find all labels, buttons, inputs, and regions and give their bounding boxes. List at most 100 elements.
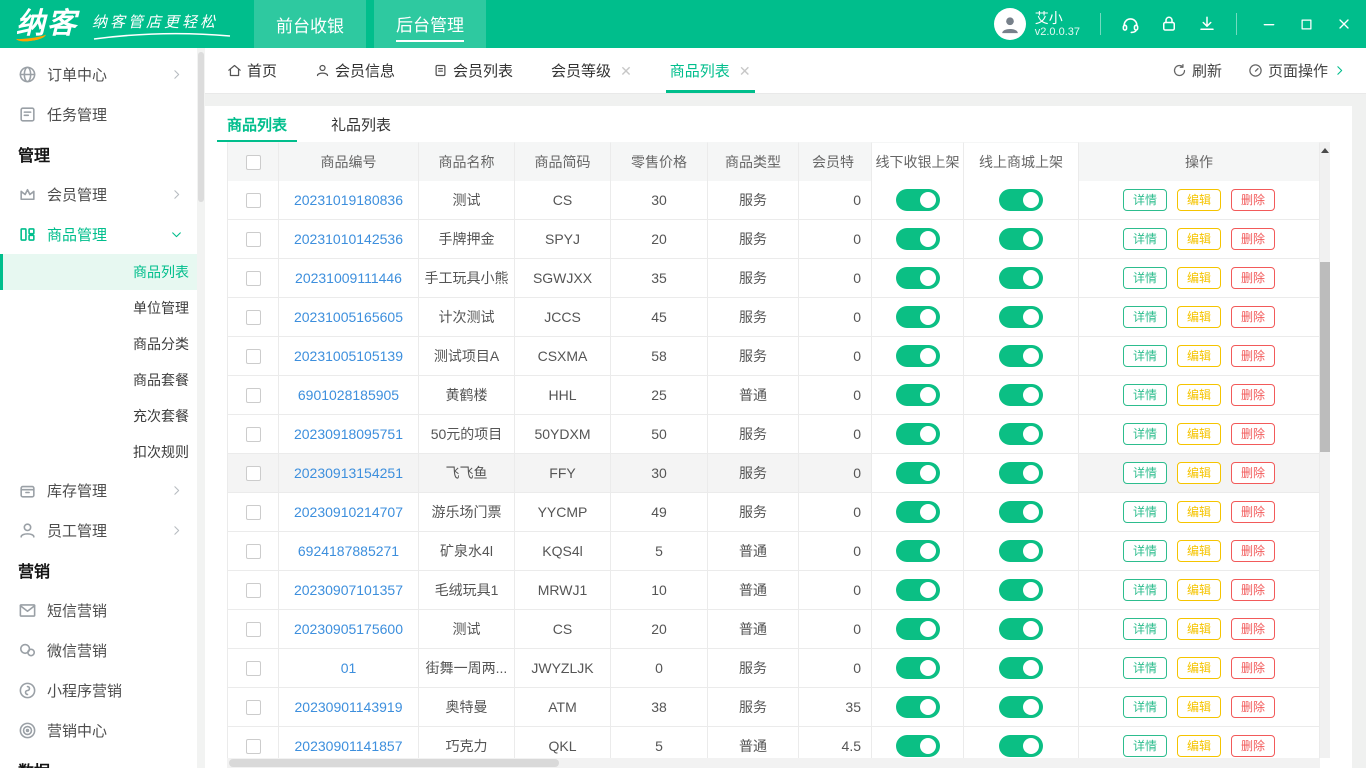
edit-button[interactable]: 编辑	[1177, 189, 1221, 211]
product-code-link[interactable]: 20230901141857	[295, 738, 403, 754]
sidebar-scrollbar[interactable]	[197, 48, 205, 768]
delete-button[interactable]: 删除	[1231, 423, 1275, 445]
edit-button[interactable]: 编辑	[1177, 501, 1221, 523]
row-checkbox[interactable]	[246, 310, 261, 325]
online-shelf-toggle[interactable]	[999, 735, 1043, 757]
row-checkbox[interactable]	[246, 505, 261, 520]
delete-button[interactable]: 删除	[1231, 306, 1275, 328]
vertical-scrollbar-thumb[interactable]	[1320, 262, 1330, 452]
delete-button[interactable]: 删除	[1231, 228, 1275, 250]
online-shelf-toggle[interactable]	[999, 423, 1043, 445]
online-shelf-toggle[interactable]	[999, 579, 1043, 601]
sidebar-item[interactable]: 任务管理	[0, 94, 197, 134]
sidebar-item[interactable]: 小程序营销	[0, 670, 197, 710]
page-tab[interactable]: 会员列表	[433, 48, 513, 93]
sidebar-item[interactable]: 会员管理	[0, 174, 197, 214]
detail-button[interactable]: 详情	[1123, 657, 1167, 679]
refresh-button[interactable]: 刷新	[1172, 60, 1222, 81]
row-checkbox[interactable]	[246, 661, 261, 676]
row-checkbox[interactable]	[246, 466, 261, 481]
offline-shelf-toggle[interactable]	[896, 540, 940, 562]
edit-button[interactable]: 编辑	[1177, 540, 1221, 562]
row-checkbox[interactable]	[246, 388, 261, 403]
edit-button[interactable]: 编辑	[1177, 384, 1221, 406]
row-checkbox[interactable]	[246, 700, 261, 715]
sidebar-item[interactable]: 订单中心	[0, 54, 197, 94]
offline-shelf-toggle[interactable]	[896, 306, 940, 328]
edit-button[interactable]: 编辑	[1177, 735, 1221, 757]
offline-shelf-toggle[interactable]	[896, 384, 940, 406]
online-shelf-toggle[interactable]	[999, 696, 1043, 718]
online-shelf-toggle[interactable]	[999, 540, 1043, 562]
close-button[interactable]	[1336, 16, 1352, 32]
sidebar-subitem[interactable]: 商品列表	[0, 254, 197, 290]
sidebar-subitem[interactable]: 商品分类	[0, 326, 197, 362]
detail-button[interactable]: 详情	[1123, 306, 1167, 328]
offline-shelf-toggle[interactable]	[896, 423, 940, 445]
product-code-link[interactable]: 20231009111446	[295, 270, 402, 286]
delete-button[interactable]: 删除	[1231, 462, 1275, 484]
delete-button[interactable]: 删除	[1231, 696, 1275, 718]
page-tab[interactable]: 会员等级✕	[551, 48, 632, 93]
page-tab[interactable]: 首页	[227, 48, 277, 93]
online-shelf-toggle[interactable]	[999, 267, 1043, 289]
top-nav-tab[interactable]: 后台管理	[374, 0, 486, 48]
table-vertical-scrollbar[interactable]	[1320, 142, 1330, 758]
detail-button[interactable]: 详情	[1123, 735, 1167, 757]
edit-button[interactable]: 编辑	[1177, 657, 1221, 679]
offline-shelf-toggle[interactable]	[896, 579, 940, 601]
page-tab[interactable]: 商品列表✕	[670, 48, 751, 93]
product-code-link[interactable]: 01	[341, 660, 357, 676]
edit-button[interactable]: 编辑	[1177, 228, 1221, 250]
sidebar-item[interactable]: 微信营销	[0, 630, 197, 670]
online-shelf-toggle[interactable]	[999, 618, 1043, 640]
delete-button[interactable]: 删除	[1231, 618, 1275, 640]
delete-button[interactable]: 删除	[1231, 501, 1275, 523]
online-shelf-toggle[interactable]	[999, 189, 1043, 211]
row-checkbox[interactable]	[246, 622, 261, 637]
lock-button[interactable]	[1160, 15, 1178, 33]
offline-shelf-toggle[interactable]	[896, 735, 940, 757]
sidebar-subitem[interactable]: 商品套餐	[0, 362, 197, 398]
inner-tab[interactable]: 礼品列表	[331, 114, 391, 142]
offline-shelf-toggle[interactable]	[896, 696, 940, 718]
row-checkbox[interactable]	[246, 349, 261, 364]
row-checkbox[interactable]	[246, 271, 261, 286]
product-code-link[interactable]: 20230913154251	[294, 465, 403, 481]
delete-button[interactable]: 删除	[1231, 657, 1275, 679]
delete-button[interactable]: 删除	[1231, 267, 1275, 289]
detail-button[interactable]: 详情	[1123, 384, 1167, 406]
edit-button[interactable]: 编辑	[1177, 618, 1221, 640]
edit-button[interactable]: 编辑	[1177, 345, 1221, 367]
detail-button[interactable]: 详情	[1123, 189, 1167, 211]
detail-button[interactable]: 详情	[1123, 618, 1167, 640]
offline-shelf-toggle[interactable]	[896, 657, 940, 679]
row-checkbox[interactable]	[246, 427, 261, 442]
row-checkbox[interactable]	[246, 232, 261, 247]
scroll-up-arrow[interactable]	[1320, 142, 1330, 158]
detail-button[interactable]: 详情	[1123, 696, 1167, 718]
online-shelf-toggle[interactable]	[999, 228, 1043, 250]
edit-button[interactable]: 编辑	[1177, 423, 1221, 445]
product-code-link[interactable]: 6924187885271	[298, 543, 399, 559]
delete-button[interactable]: 删除	[1231, 579, 1275, 601]
sidebar-item[interactable]: 短信营销	[0, 590, 197, 630]
product-code-link[interactable]: 20231005105139	[294, 348, 403, 364]
detail-button[interactable]: 详情	[1123, 345, 1167, 367]
product-code-link[interactable]: 20231010142536	[294, 231, 403, 247]
maximize-button[interactable]	[1299, 17, 1314, 32]
sidebar-subitem[interactable]: 单位管理	[0, 290, 197, 326]
detail-button[interactable]: 详情	[1123, 579, 1167, 601]
close-tab-icon[interactable]: ✕	[620, 64, 632, 78]
online-shelf-toggle[interactable]	[999, 501, 1043, 523]
online-shelf-toggle[interactable]	[999, 657, 1043, 679]
table-horizontal-scrollbar[interactable]	[227, 758, 1320, 768]
support-button[interactable]	[1121, 15, 1140, 34]
sidebar-subitem[interactable]: 充次套餐	[0, 398, 197, 434]
product-code-link[interactable]: 20230918095751	[294, 426, 403, 442]
product-code-link[interactable]: 20231019180836	[294, 192, 403, 208]
delete-button[interactable]: 删除	[1231, 189, 1275, 211]
product-code-link[interactable]: 20230905175600	[294, 621, 403, 637]
inner-tab[interactable]: 商品列表	[227, 114, 287, 142]
sidebar-subitem[interactable]: 扣次规则	[0, 434, 197, 470]
